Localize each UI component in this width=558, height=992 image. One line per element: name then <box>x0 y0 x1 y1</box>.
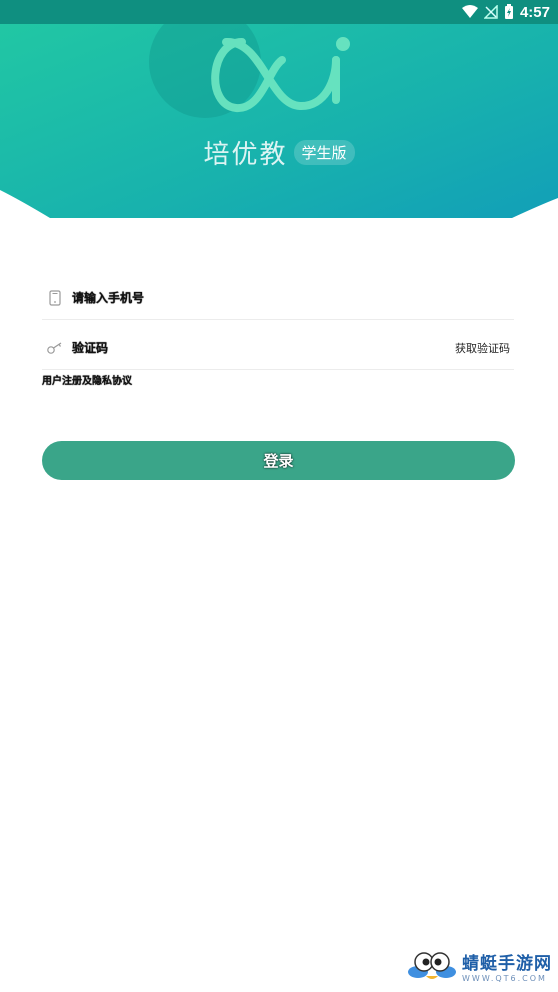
terms-link[interactable]: 用户注册及隐私协议 <box>42 372 132 387</box>
app-name: 培优教 <box>203 140 288 170</box>
key-icon <box>42 341 68 355</box>
get-code-button[interactable]: 获取验证码 <box>455 340 510 356</box>
battery-charging-icon <box>504 0 514 24</box>
status-bar: 4:57 <box>0 0 558 24</box>
edition-badge: 学生版 <box>293 140 355 165</box>
phone-input[interactable]: 请输入手机号 <box>72 289 144 306</box>
phone-field[interactable]: 请输入手机号 <box>42 276 514 320</box>
header-background <box>0 0 558 218</box>
header-banner <box>0 0 558 218</box>
watermark-title: 蜻蜓手游网 <box>462 954 552 974</box>
dragonfly-logo-icon <box>408 952 456 979</box>
phone-icon <box>42 289 68 306</box>
no-signal-icon <box>483 0 498 24</box>
watermark-url: WWW.QT6.COM <box>462 974 547 983</box>
status-time: 4:57 <box>519 3 550 21</box>
watermark: 蜻蜓手游网 WWW.QT6.COM <box>406 946 552 986</box>
code-field[interactable]: 验证码 获取验证码 <box>42 326 514 370</box>
wifi-icon <box>461 0 478 24</box>
code-input[interactable]: 验证码 <box>72 339 108 356</box>
login-button[interactable]: 登录 <box>42 441 515 480</box>
brand-title: 培优教 学生版 <box>0 134 558 171</box>
